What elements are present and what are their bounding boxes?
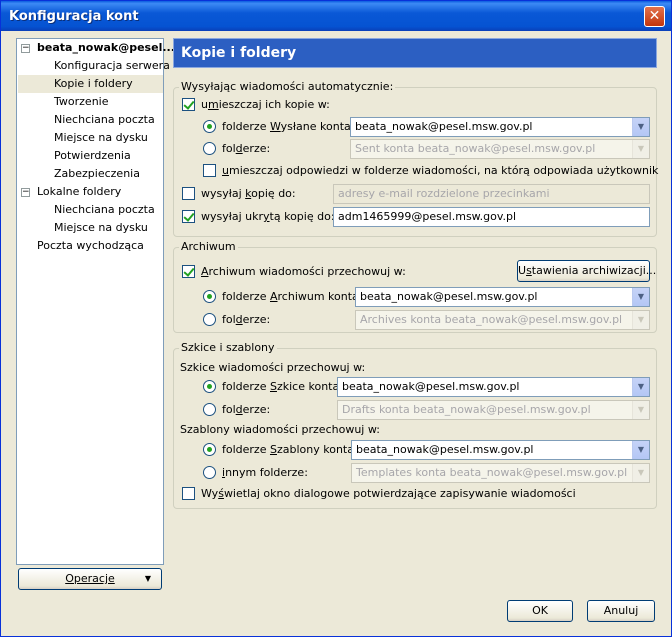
archive-settings-button[interactable]: Ustawienia archiwizacji... <box>517 260 656 282</box>
archive-group: Archiwum Archiwum wiadomości przechowuj … <box>173 240 657 333</box>
tree-item-local-folders[interactable]: Lokalne foldery <box>37 183 121 201</box>
drafts-folder-select: Drafts konta beata_nowak@pesel.msw.gov.p… <box>337 400 650 420</box>
account-settings-window: Konfiguracja kont ✕ − beata_nowak@pesel.… <box>0 0 672 637</box>
collapse-icon[interactable]: − <box>21 188 30 197</box>
sending-legend: Wysyłając wiadomości automatycznie: <box>179 80 396 93</box>
sending-group: Wysyłając wiadomości automatycznie: umie… <box>173 80 658 237</box>
drafts-account-label[interactable]: folderze Szkice konta: <box>222 380 343 393</box>
dropdown-arrow-icon: ▼ <box>144 574 151 583</box>
save-copies-label[interactable]: umieszczaj ich kopie w: <box>201 98 330 111</box>
save-copies-checkbox[interactable] <box>182 98 195 111</box>
archive-checkbox[interactable] <box>182 265 195 278</box>
cancel-button[interactable]: Anuluj <box>587 600 655 622</box>
templates-heading: Szablony wiadomości przechowuj w: <box>180 423 380 436</box>
confirm-save-label[interactable]: Wyświetlaj okno dialogowe potwierdzające… <box>201 487 576 500</box>
title-bar: Konfiguracja kont ✕ <box>1 1 671 31</box>
ok-button[interactable]: OK <box>507 600 573 622</box>
sent-folder-label[interactable]: folderze: <box>222 142 270 155</box>
collapse-icon[interactable]: − <box>21 44 30 53</box>
operations-button[interactable]: Operacje ▼ <box>18 568 162 590</box>
templates-account-select[interactable]: beata_nowak@pesel.msw.gov.pl ▼ <box>351 440 650 460</box>
tree-item-copies-folders-label: Kopie i foldery <box>54 77 133 90</box>
sent-folder-radio[interactable] <box>203 142 216 155</box>
dropdown-arrow-icon: ▼ <box>632 441 649 459</box>
confirm-save-checkbox[interactable] <box>182 487 195 500</box>
operations-label: Operacje <box>65 572 115 585</box>
drafts-folder-label[interactable]: folderze: <box>222 403 270 416</box>
drafts-heading: Szkice wiadomości przechowuj w: <box>180 361 366 374</box>
window-title: Konfiguracja kont <box>9 9 139 24</box>
tree-item-composition[interactable]: Tworzenie <box>54 93 108 111</box>
archive-folder-select: Archives konta beata_nowak@pesel.msw.gov… <box>355 310 650 330</box>
archive-folder-label[interactable]: folderze: <box>222 313 270 326</box>
reply-in-folder-label[interactable]: umieszczaj odpowiedzi w folderze wiadomo… <box>222 164 658 177</box>
templates-account-radio[interactable] <box>203 443 216 456</box>
send-copy-checkbox[interactable] <box>182 187 195 200</box>
templates-folder-label[interactable]: innym folderze: <box>222 466 308 479</box>
tree-item-security[interactable]: Zabezpieczenia <box>54 165 140 183</box>
drafts-folder-radio[interactable] <box>203 403 216 416</box>
sent-folder-select: Sent konta beata_nowak@pesel.msw.gov.pl ▼ <box>350 139 650 159</box>
dropdown-arrow-icon: ▼ <box>632 140 649 158</box>
tree-item-server-config[interactable]: Konfiguracja serwera <box>54 57 170 75</box>
send-bcc-input[interactable]: adm1465999@pesel.msw.gov.pl <box>333 207 650 227</box>
archive-account-radio[interactable] <box>203 290 216 303</box>
drafts-account-radio[interactable] <box>203 380 216 393</box>
close-button[interactable]: ✕ <box>644 6 665 27</box>
templates-folder-select: Templates konta beata_nowak@pesel.msw.go… <box>351 463 650 483</box>
dropdown-arrow-icon: ▼ <box>632 464 649 482</box>
dropdown-arrow-icon: ▼ <box>632 288 649 306</box>
dropdown-arrow-icon: ▼ <box>632 378 649 396</box>
tree-item-outgoing[interactable]: Poczta wychodząca <box>37 237 144 255</box>
dropdown-arrow-icon: ▼ <box>632 401 649 419</box>
templates-account-label[interactable]: folderze Szablony konta: <box>222 443 358 456</box>
templates-folder-radio[interactable] <box>203 466 216 479</box>
tree-item-local-junk[interactable]: Niechciana poczta <box>54 201 155 219</box>
archive-label[interactable]: Archiwum wiadomości przechowuj w: <box>201 265 406 278</box>
sent-account-radio[interactable] <box>203 120 216 133</box>
account-tree[interactable]: − beata_nowak@pesel... Konfiguracja serw… <box>16 38 175 565</box>
send-bcc-checkbox[interactable] <box>182 210 195 223</box>
tree-item-receipts[interactable]: Potwierdzenia <box>54 147 131 165</box>
archive-folder-radio[interactable] <box>203 313 216 326</box>
send-copy-input: adresy e-mail rozdzielone przecinkami <box>333 184 650 204</box>
dropdown-arrow-icon: ▼ <box>632 311 649 329</box>
drafts-legend: Szkice i szablony <box>179 341 277 354</box>
sent-account-label[interactable]: folderze Wysłane konta: <box>222 120 354 133</box>
tree-item-copies-folders[interactable]: Kopie i foldery <box>18 75 163 93</box>
tree-item-disk-space[interactable]: Miejsce na dysku <box>54 129 148 147</box>
drafts-account-select[interactable]: beata_nowak@pesel.msw.gov.pl ▼ <box>337 377 650 397</box>
reply-in-folder-checkbox[interactable] <box>203 164 216 177</box>
archive-account-label[interactable]: folderze Archiwum konta: <box>222 290 363 303</box>
tree-item-junk[interactable]: Niechciana poczta <box>54 111 155 129</box>
archive-legend: Archiwum <box>179 240 238 253</box>
sent-account-select[interactable]: beata_nowak@pesel.msw.gov.pl ▼ <box>350 117 650 137</box>
archive-account-select[interactable]: beata_nowak@pesel.msw.gov.pl ▼ <box>355 287 650 307</box>
page-title: Kopie i foldery <box>173 38 657 68</box>
send-bcc-label[interactable]: wysyłaj ukrytą kopię do: <box>201 210 335 223</box>
tree-item-account[interactable]: beata_nowak@pesel... <box>37 39 175 57</box>
drafts-templates-group: Szkice i szablony Szkice wiadomości prze… <box>173 341 657 509</box>
send-copy-label[interactable]: wysyłaj kopię do: <box>201 187 296 200</box>
dropdown-arrow-icon: ▼ <box>632 118 649 136</box>
tree-item-local-disk-space[interactable]: Miejsce na dysku <box>54 219 148 237</box>
